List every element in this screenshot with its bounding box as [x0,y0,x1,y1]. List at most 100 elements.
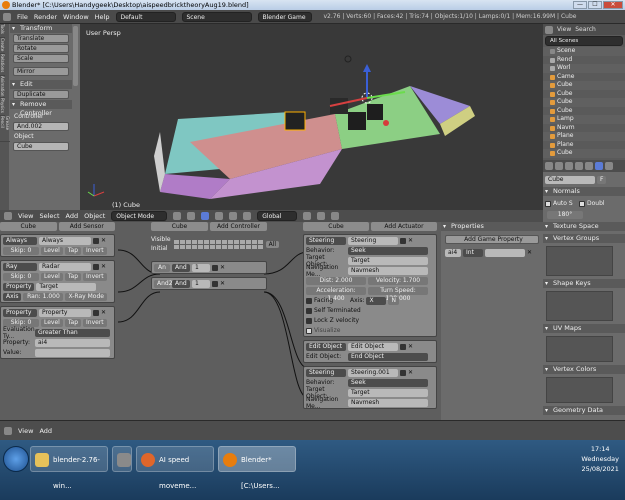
outliner-view-menu[interactable]: View [557,26,571,33]
actuator-enable-checkbox[interactable] [400,343,406,350]
mode-select[interactable]: Object Mode [111,211,168,221]
uv-maps-list[interactable] [546,336,613,362]
tab-tools[interactable]: Tools [0,24,5,38]
behavior-select[interactable]: Seek [348,378,428,387]
orientation-select[interactable]: Global [257,211,298,221]
actuator-enable-checkbox[interactable] [400,369,406,376]
taskbar-item-app[interactable] [112,446,132,472]
actuator-name[interactable]: Steering.001 [348,368,398,377]
remove-controller-header[interactable]: Remove Controller [10,100,72,117]
menu-add[interactable]: Add [66,212,79,220]
self-terminated-checkbox[interactable] [306,307,312,314]
outliner-item[interactable]: Came [543,73,625,82]
translate-icon[interactable] [215,212,224,220]
close-icon[interactable]: ✕ [408,369,413,376]
dist-value[interactable]: 2.000 [335,277,352,284]
outliner-item[interactable]: Navm [543,124,625,133]
scene-tab-icon[interactable] [565,162,573,170]
normals-header[interactable]: Normals [543,187,625,196]
edit-header[interactable]: Edit [10,80,72,89]
close-icon[interactable]: ✕ [408,237,413,244]
translate-button[interactable]: Translate [13,34,69,43]
rotate-icon[interactable] [229,212,238,220]
normal-toggle[interactable]: N [388,296,399,305]
outliner-item[interactable]: Cube [543,98,625,107]
taskbar-item-blender[interactable]: Blender* [C:\Users... [218,446,296,490]
controller-state[interactable]: 1 [192,263,210,272]
mirror-button[interactable]: Mirror [13,67,69,76]
tab-animation[interactable]: Animation [0,76,5,98]
navmesh-field[interactable]: Navmesh [348,398,428,407]
property-type-select[interactable]: Int [463,248,483,257]
vertex-groups-list[interactable] [546,246,613,276]
properties-header[interactable]: Properties [441,222,543,231]
manipulator-icon[interactable] [201,212,210,220]
all-states-button[interactable]: All [265,240,280,248]
mesh-data-tab-icon[interactable] [595,162,603,170]
controller-enable-checkbox[interactable] [212,264,218,271]
scene-select[interactable]: Scene [181,11,252,22]
auto-smooth-checkbox[interactable] [545,200,551,207]
menu-view[interactable]: View [18,212,33,220]
render-tab-icon[interactable] [555,162,563,170]
outliner-item[interactable]: Cube [543,149,625,158]
controller-name[interactable]: An [154,263,170,272]
target-field[interactable]: Target [348,388,428,397]
pivot-icon[interactable] [187,212,196,220]
uv-maps-header[interactable]: UV Maps [543,324,625,333]
editor-type-icon[interactable] [3,12,11,21]
editor-type-icon[interactable] [4,212,12,220]
menu-object[interactable]: Object [84,212,105,220]
outliner-item[interactable]: Plane [543,141,625,150]
close-icon[interactable]: ✕ [220,264,225,271]
menu-view[interactable]: View [18,427,33,435]
editor-type-icon[interactable] [545,25,553,34]
close-icon[interactable]: ✕ [408,343,413,350]
velocity-value[interactable]: 1.700 [403,277,420,284]
menu-file[interactable]: File [17,13,28,21]
outliner-item[interactable]: Cube [543,90,625,99]
editor-type-icon[interactable] [545,162,553,170]
outliner-item[interactable]: Plane [543,132,625,141]
shading-icon[interactable] [173,212,182,220]
state-buttons[interactable] [173,239,263,249]
outliner-display-select[interactable]: All Scenes [545,36,623,46]
snap-icon[interactable] [317,212,326,220]
edit-object-select[interactable]: End Object [348,352,428,361]
outliner-item[interactable]: Cube [543,107,625,116]
close-icon[interactable]: ✕ [527,249,532,256]
outliner-item[interactable]: Cube [543,81,625,90]
navmesh-field[interactable]: Navmesh [348,266,428,275]
close-button[interactable]: ✕ [603,1,623,9]
3d-viewport[interactable]: User Persp (1) Cube [80,24,543,210]
rotate-button[interactable]: Rotate [13,44,69,53]
object-tab-icon[interactable] [585,162,593,170]
double-sided-checkbox[interactable] [579,200,585,207]
actuator-enable-checkbox[interactable] [400,237,406,244]
maximize-button[interactable]: ☐ [588,1,602,9]
menu-window[interactable]: Window [63,13,89,21]
outliner-item[interactable]: Worl [543,64,625,73]
scale-button[interactable]: Scale [13,54,69,63]
duplicate-button[interactable]: Duplicate [13,90,69,99]
tab-create[interactable]: Create [0,38,5,54]
tool-shelf-scrollbar[interactable] [73,26,78,86]
controller-type-select[interactable]: And [172,263,190,272]
menu-add[interactable]: Add [39,427,52,435]
auto-smooth-angle-field[interactable]: 180° [547,211,583,219]
visualize-checkbox[interactable] [306,327,312,334]
system-clock[interactable]: 17:14 Wednesday 25/08/2021 [581,444,619,474]
property-value-field[interactable] [485,248,525,257]
transform-header[interactable]: Transform [10,24,72,33]
outliner-search-menu[interactable]: Search [575,26,596,33]
controller-state[interactable]: 1 [192,279,210,288]
actuator-name[interactable]: Steering [348,236,398,245]
behavior-select[interactable]: Seek [348,246,428,255]
vertex-colors-header[interactable]: Vertex Colors [543,365,625,374]
mesh-name-field[interactable]: Cube [545,175,595,184]
render-icon[interactable] [331,212,340,220]
menu-select[interactable]: Select [39,212,59,220]
texture-space-header[interactable]: Texture Space [543,222,625,231]
lock-z-checkbox[interactable] [306,317,312,324]
fake-user-button[interactable]: F [597,175,607,184]
